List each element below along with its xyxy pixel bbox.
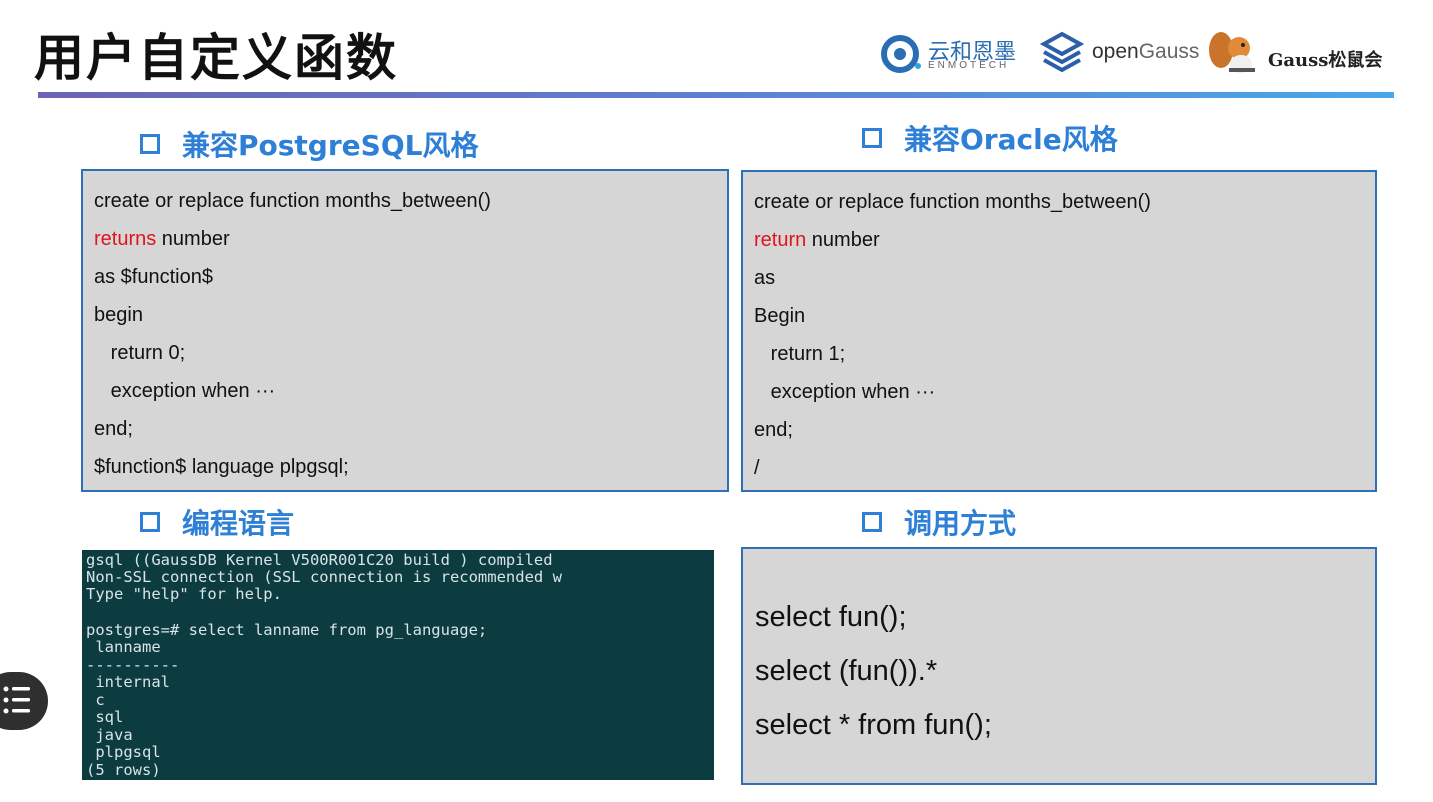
gauss-club-text: Gauss松鼠会 bbox=[1268, 50, 1383, 71]
opengauss-logo-open: open bbox=[1092, 40, 1139, 63]
code-keyword: return bbox=[754, 229, 807, 251]
slide-title: 用户自定义函数 bbox=[34, 29, 398, 87]
terminal-line: lanname bbox=[86, 638, 161, 656]
code-line: end; bbox=[754, 419, 793, 441]
code-line: as $function$ bbox=[94, 266, 213, 288]
code-line: return 1; bbox=[754, 343, 846, 365]
code-text: number bbox=[806, 229, 880, 251]
call-code-box: select fun(); select (fun()).* select * … bbox=[741, 547, 1377, 785]
terminal-line: Non-SSL connection (SSL connection is re… bbox=[86, 568, 562, 586]
bullet-square-icon bbox=[140, 512, 160, 532]
enmotech-logo: 云和恩墨 ENMOTECH bbox=[880, 30, 1020, 76]
bullet-square-icon bbox=[140, 134, 160, 154]
code-line: return number bbox=[754, 229, 880, 252]
oracle-section-label: 兼容Oracle风格 bbox=[904, 123, 1118, 156]
terminal-line: (5 rows) bbox=[86, 761, 161, 779]
oracle-code-box: create or replace function months_betwee… bbox=[741, 170, 1377, 492]
title-divider bbox=[38, 92, 1394, 98]
bullet-square-icon bbox=[862, 512, 882, 532]
call-line: select * from fun(); bbox=[755, 709, 992, 741]
squirrel-icon bbox=[1209, 32, 1255, 73]
enmotech-logo-en: ENMOTECH bbox=[928, 60, 1010, 71]
oracle-section-heading: 兼容Oracle风格 bbox=[862, 118, 1118, 158]
call-line: select fun(); bbox=[755, 601, 907, 633]
opengauss-logo-icon bbox=[1040, 31, 1084, 73]
code-text: number bbox=[156, 228, 230, 250]
code-line: create or replace function months_betwee… bbox=[94, 190, 491, 212]
opengauss-logo-text: openGauss bbox=[1092, 40, 1199, 64]
terminal-output: gsql ((GaussDB Kernel V500R001C20 build … bbox=[82, 550, 714, 780]
code-line: end; bbox=[94, 418, 133, 440]
terminal-line: c bbox=[86, 691, 105, 709]
bullet-square-icon bbox=[862, 128, 882, 148]
opengauss-logo: openGauss bbox=[1040, 28, 1200, 78]
code-line: Begin bbox=[754, 305, 806, 327]
postgres-section-label: 兼容PostgreSQL风格 bbox=[182, 129, 479, 162]
code-line: $function$ language plpgsql; bbox=[94, 456, 349, 478]
terminal-line: ---------- bbox=[86, 656, 180, 674]
code-line: / bbox=[754, 457, 760, 479]
terminal-line: gsql ((GaussDB Kernel V500R001C20 build … bbox=[86, 551, 553, 569]
code-line: begin bbox=[94, 304, 143, 326]
terminal-line: java bbox=[86, 726, 133, 744]
code-line: as bbox=[754, 267, 776, 289]
code-line: exception when ··· bbox=[754, 381, 936, 403]
code-line: returns number bbox=[94, 228, 230, 251]
call-line: select (fun()).* bbox=[755, 655, 938, 687]
terminal-line: sql bbox=[86, 708, 124, 726]
code-line: create or replace function months_betwee… bbox=[754, 191, 1151, 213]
language-section-heading: 编程语言 bbox=[140, 502, 294, 542]
enmotech-logo-icon bbox=[881, 35, 921, 73]
call-section-label: 调用方式 bbox=[904, 507, 1017, 540]
opengauss-logo-gauss: Gauss bbox=[1138, 40, 1200, 63]
gauss-club-logo: Gauss松鼠会 bbox=[1205, 28, 1405, 78]
call-section-heading: 调用方式 bbox=[862, 502, 1016, 542]
list-icon bbox=[3, 686, 30, 714]
terminal-line: plpgsql bbox=[86, 743, 161, 761]
postgres-code-box: create or replace function months_betwee… bbox=[81, 169, 729, 492]
language-section-label: 编程语言 bbox=[182, 507, 295, 540]
code-line: exception when ··· bbox=[94, 380, 276, 402]
code-line: return 0; bbox=[94, 342, 186, 364]
logo-bar: 云和恩墨 ENMOTECH openGauss Gauss松鼠会 bbox=[880, 28, 1400, 78]
terminal-line: postgres=# select lanname from pg_langua… bbox=[86, 621, 488, 639]
terminal-line: internal bbox=[86, 673, 170, 691]
postgres-section-heading: 兼容PostgreSQL风格 bbox=[140, 124, 478, 164]
terminal-line: Type "help" for help. bbox=[86, 585, 282, 603]
floating-menu-button[interactable] bbox=[0, 672, 48, 730]
code-keyword: returns bbox=[94, 228, 157, 250]
